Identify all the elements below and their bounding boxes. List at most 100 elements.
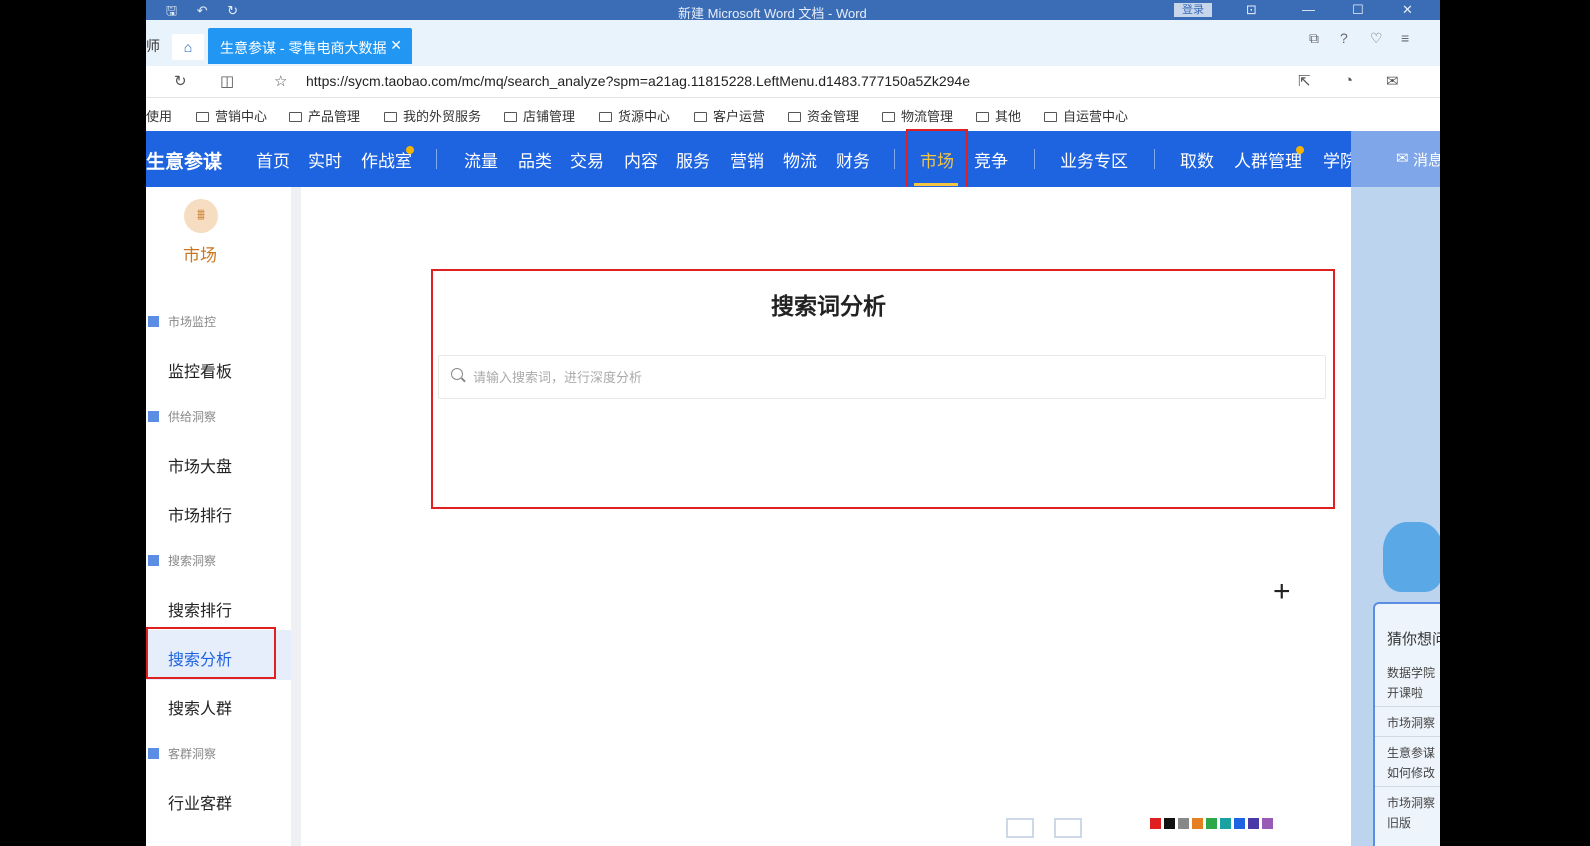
nav-separator: [1034, 149, 1035, 169]
open-external-icon[interactable]: ⇱: [1298, 72, 1311, 90]
faq-question[interactable]: 生意参谋: [1387, 744, 1435, 761]
nav-item-competition[interactable]: 竞争: [974, 147, 1008, 172]
main-nav: 生意参谋 首页 实时 作战室 流量 品类 交易 内容 服务 营销 物流 财务 市…: [146, 131, 1357, 187]
faq-question[interactable]: 旧版: [1387, 814, 1411, 831]
login-button[interactable]: 登录: [1174, 3, 1212, 17]
highlight-box-search-analysis: [146, 627, 276, 679]
color-palette: [1150, 818, 1273, 834]
bookmark-item[interactable]: 其他: [976, 106, 1021, 125]
nav-item-content[interactable]: 内容: [624, 147, 658, 172]
bookmark-fragment[interactable]: 使用: [146, 106, 172, 125]
color-swatch[interactable]: [1178, 818, 1189, 829]
sidebar-item-search-crowd[interactable]: 搜索人群: [168, 695, 232, 719]
color-swatch[interactable]: [1192, 818, 1203, 829]
bookmark-item[interactable]: 店铺管理: [504, 106, 575, 125]
sidebar-divider: [291, 187, 301, 846]
nav-item-traffic[interactable]: 流量: [464, 147, 498, 172]
bookmark-item[interactable]: 客户运营: [694, 106, 765, 125]
browser-tab-bar: 师 ⌂ 生意参谋 - 零售电商大数据 ✕ ⧉ ? ♡ ≡: [146, 20, 1440, 66]
faq-question[interactable]: 开课啦: [1387, 684, 1423, 701]
highlight-box-search-panel: [431, 269, 1335, 509]
nav-item-business-zone[interactable]: 业务专区: [1060, 147, 1128, 172]
palette-tool-rect[interactable]: [1006, 818, 1034, 838]
message-link[interactable]: 消息: [1413, 149, 1440, 170]
sidebar-item-market-ranking[interactable]: 市场排行: [168, 502, 232, 526]
building-icon: [148, 555, 159, 566]
brand-logo[interactable]: 生意参谋: [146, 147, 222, 174]
color-swatch[interactable]: [1234, 818, 1245, 829]
sidebar-item-market-overview[interactable]: 市场大盘: [168, 453, 232, 477]
reader-mode-icon[interactable]: ◫: [220, 72, 234, 90]
notification-dot: [406, 146, 414, 154]
module-label: 市场: [183, 246, 217, 265]
section-title-search-insight: 搜索洞察: [148, 552, 216, 569]
faq-question[interactable]: 市场洞察: [1387, 794, 1435, 811]
skin-icon[interactable]: ♡: [1370, 30, 1383, 47]
color-swatch[interactable]: [1206, 818, 1217, 829]
color-swatch[interactable]: [1262, 818, 1273, 829]
palette-tool-ellipse[interactable]: [1054, 818, 1082, 838]
reload-icon[interactable]: ↻: [174, 72, 187, 90]
folder-icon: [196, 112, 209, 122]
color-swatch[interactable]: [1248, 818, 1259, 829]
tab-close-icon[interactable]: ✕: [390, 37, 402, 54]
divider: [1375, 786, 1440, 787]
nav-item-realtime[interactable]: 实时: [308, 147, 342, 172]
assistant-panel: 猜你想问 数据学院 开课啦 市场洞察 生意参谋 如何修改 市场洞察 旧版: [1351, 187, 1440, 846]
color-swatch[interactable]: [1164, 818, 1175, 829]
folder-icon: [504, 112, 517, 122]
bookmark-item[interactable]: 货源中心: [599, 106, 670, 125]
previous-tab[interactable]: 师: [146, 36, 160, 56]
faq-question[interactable]: 如何修改: [1387, 764, 1435, 781]
message-icon[interactable]: ✉: [1396, 149, 1409, 167]
mascot-image[interactable]: [1383, 522, 1440, 592]
bookmark-item[interactable]: 营销中心: [196, 106, 267, 125]
faq-question[interactable]: 市场洞察: [1387, 714, 1435, 731]
sidebar-item-industry-customers[interactable]: 行业客群: [168, 790, 232, 814]
color-swatch[interactable]: [1220, 818, 1231, 829]
folder-icon: [289, 112, 302, 122]
building-icon: [148, 411, 159, 422]
favorite-star-icon[interactable]: ☆: [274, 72, 287, 90]
nav-item-trade[interactable]: 交易: [570, 147, 604, 172]
nav-item-logistics[interactable]: 物流: [783, 147, 817, 172]
menu-icon[interactable]: ≡: [1401, 30, 1409, 46]
bookmark-item[interactable]: 物流管理: [882, 106, 953, 125]
ribbon-display-icon[interactable]: ⊡: [1246, 2, 1257, 18]
nav-item-home[interactable]: 首页: [256, 147, 290, 172]
folder-icon: [384, 112, 397, 122]
bookmark-item[interactable]: 自运营中心: [1044, 106, 1128, 125]
home-icon[interactable]: ⌂: [172, 34, 204, 60]
nav-item-marketing[interactable]: 营销: [730, 147, 764, 172]
folder-icon: [882, 112, 895, 122]
building-icon: [148, 748, 159, 759]
sidebar-item-search-ranking[interactable]: 搜索排行: [168, 597, 232, 621]
bookmark-item[interactable]: 我的外贸服务: [384, 106, 481, 125]
section-title-market-monitor: 市场监控: [148, 313, 216, 330]
divider: [1375, 706, 1440, 707]
bookmark-item[interactable]: 产品管理: [289, 106, 360, 125]
url-field[interactable]: https://sycm.taobao.com/mc/mq/search_ana…: [306, 73, 970, 89]
nav-item-warroom[interactable]: 作战室: [361, 147, 412, 172]
shield-icon[interactable]: ◔: [1344, 72, 1353, 89]
nav-item-crowd-management[interactable]: 人群管理: [1234, 147, 1302, 172]
sidebar-item-monitor-board[interactable]: 监控看板: [168, 358, 232, 382]
nav-separator: [894, 149, 895, 169]
nav-item-category[interactable]: 品类: [518, 147, 552, 172]
sidebar: ⩩ 市场 市场监控 监控看板 供给洞察 市场大盘 市场排行 搜索洞察 搜索排行 …: [146, 187, 291, 846]
bookmark-item[interactable]: 资金管理: [788, 106, 859, 125]
tab-label: 生意参谋 - 零售电商大数据: [220, 40, 387, 56]
nav-item-fetch-data[interactable]: 取数: [1180, 147, 1214, 172]
help-icon[interactable]: ?: [1340, 30, 1348, 46]
nav-item-finance[interactable]: 财务: [836, 147, 870, 172]
maximize-icon[interactable]: ☐: [1352, 2, 1364, 18]
faq-question[interactable]: 数据学院: [1387, 664, 1435, 681]
tab-sycm[interactable]: 生意参谋 - 零售电商大数据 ✕: [208, 28, 412, 64]
mail-icon[interactable]: ✉: [1386, 72, 1399, 90]
minimize-icon[interactable]: —: [1302, 2, 1315, 17]
color-swatch[interactable]: [1150, 818, 1161, 829]
divider: [1375, 736, 1440, 737]
close-window-icon[interactable]: ✕: [1402, 2, 1413, 18]
restore-icon[interactable]: ⧉: [1309, 30, 1319, 47]
nav-item-service[interactable]: 服务: [676, 147, 710, 172]
